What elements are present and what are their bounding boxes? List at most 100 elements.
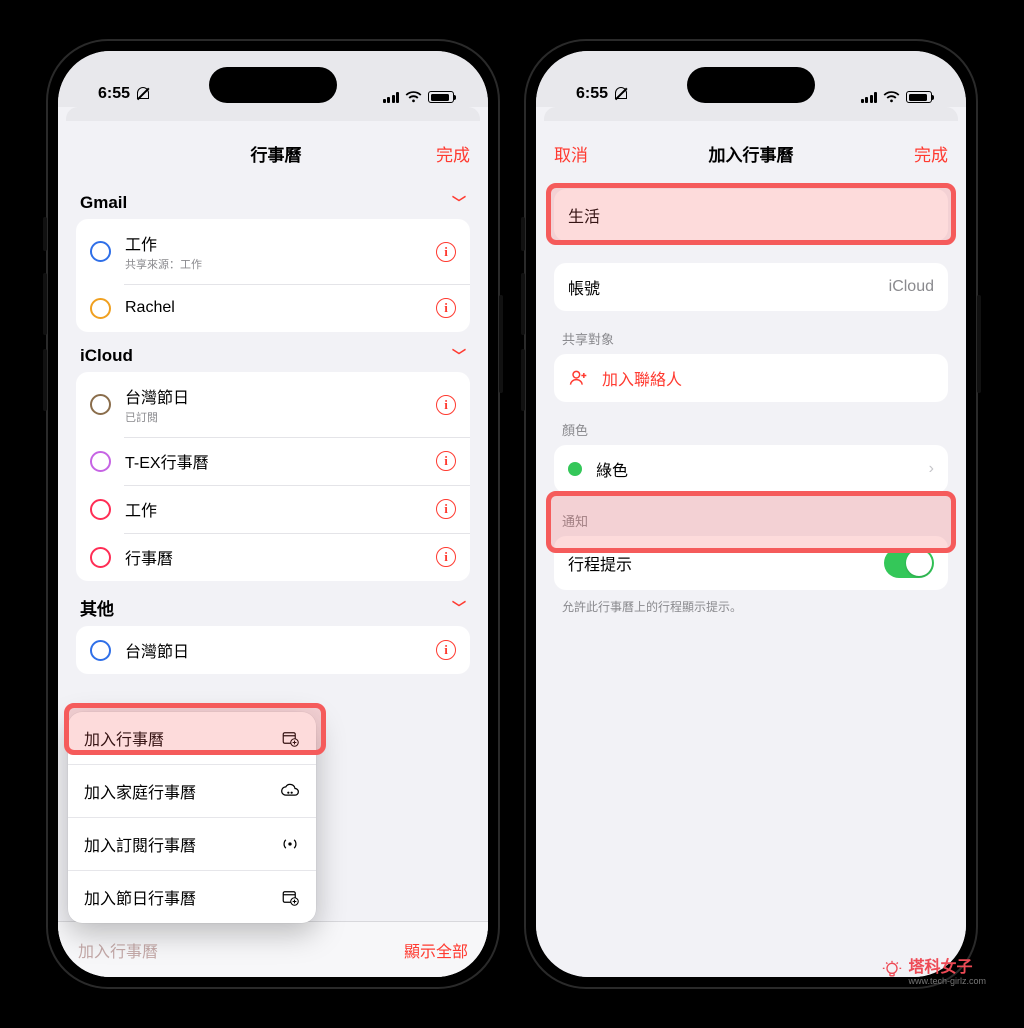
account-card: 帳號 iCloud	[554, 263, 948, 311]
chevron-down-icon: ﹀	[452, 598, 466, 618]
side-button	[43, 217, 47, 251]
calendar-sublabel: 已訂閱	[125, 409, 436, 425]
popup-item-add-holiday-calendar[interactable]: 加入節日行事曆	[68, 870, 316, 923]
calendar-add-icon	[280, 888, 300, 906]
lightbulb-icon	[882, 960, 902, 980]
calendars-content: Gmail ﹀ 工作 共享來源：工作 i	[58, 179, 488, 977]
section-header-gmail[interactable]: Gmail ﹀	[76, 179, 470, 219]
info-icon[interactable]: i	[436, 395, 456, 415]
calendar-label: T-EX行事曆	[125, 449, 436, 473]
add-calendar-sheet: 取消 加入行事曆 完成 生活 帳號	[536, 127, 966, 977]
chevron-right-icon: ›	[929, 460, 934, 478]
share-header: 共享對象	[554, 311, 948, 354]
calendar-row[interactable]: 行事曆 i	[76, 533, 470, 581]
dynamic-island	[209, 67, 337, 103]
add-contact-row[interactable]: 加入聯絡人	[554, 354, 948, 402]
info-icon[interactable]: i	[436, 640, 456, 660]
calendar-name-field[interactable]: 生活	[554, 189, 948, 241]
status-time: 6:55	[576, 85, 608, 103]
calendar-add-icon	[280, 729, 300, 747]
popup-item-add-family-calendar[interactable]: 加入家庭行事曆	[68, 764, 316, 817]
popup-item-add-subscription-calendar[interactable]: 加入訂閱行事曆	[68, 817, 316, 870]
power-button	[499, 295, 503, 393]
done-button[interactable]: 完成	[436, 141, 470, 166]
account-value: iCloud	[889, 278, 934, 296]
icloud-card: 台灣節日 已訂閱 i T-EX行事曆 i 工作	[76, 372, 470, 581]
calendar-label: 台灣節日	[125, 638, 436, 662]
section-title: 其他	[80, 595, 114, 620]
status-time: 6:55	[98, 85, 130, 103]
calendar-row[interactable]: 工作 共享來源：工作 i	[76, 219, 470, 284]
nav-title: 行事曆	[251, 141, 302, 166]
calendar-row[interactable]: T-EX行事曆 i	[76, 437, 470, 485]
info-icon[interactable]: i	[436, 547, 456, 567]
account-label: 帳號	[568, 275, 889, 299]
info-icon[interactable]: i	[436, 499, 456, 519]
calendar-label: Rachel	[125, 299, 436, 317]
calendar-row[interactable]: Rachel i	[76, 284, 470, 332]
wifi-icon	[883, 91, 900, 103]
calendar-color-ring	[90, 241, 111, 262]
popup-item-label: 加入行事曆	[84, 726, 164, 750]
add-calendar-popup: 加入行事曆 加入家庭行事曆 加入訂閱行事曆	[68, 712, 316, 923]
section-header-other[interactable]: 其他 ﹀	[76, 581, 470, 626]
calendar-sublabel: 共享來源：工作	[125, 256, 436, 272]
name-card: 生活	[554, 189, 948, 241]
calendar-name-value: 生活	[568, 203, 934, 227]
done-button[interactable]: 完成	[914, 141, 948, 166]
nav-title: 加入行事曆	[709, 141, 794, 166]
battery-icon	[906, 91, 932, 103]
watermark: 塔科女子 www.tech-girlz.com	[882, 953, 986, 986]
gmail-card: 工作 共享來源：工作 i Rachel i	[76, 219, 470, 332]
toolbar-show-all-button[interactable]: 顯示全部	[404, 938, 468, 962]
phone-right: 6:55 取消 加入行事曆 完成	[524, 39, 978, 989]
calendar-label: 工作	[125, 497, 436, 521]
calendar-color-ring	[90, 640, 111, 661]
add-contact-label: 加入聯絡人	[602, 366, 934, 390]
cancel-button[interactable]: 取消	[554, 141, 588, 166]
calendar-color-ring	[90, 547, 111, 568]
watermark-title: 塔科女子	[908, 953, 986, 977]
notify-header: 通知	[554, 493, 948, 536]
share-card: 加入聯絡人	[554, 354, 948, 402]
info-icon[interactable]: i	[436, 242, 456, 262]
cloud-family-icon	[280, 782, 300, 800]
popup-item-label: 加入訂閱行事曆	[84, 832, 196, 856]
notify-row: 行程提示	[554, 536, 948, 590]
section-header-icloud[interactable]: iCloud ﹀	[76, 332, 470, 372]
person-add-icon	[568, 368, 588, 388]
popup-item-add-calendar[interactable]: 加入行事曆	[68, 712, 316, 764]
account-row[interactable]: 帳號 iCloud	[554, 263, 948, 311]
calendar-row[interactable]: 台灣節日 已訂閱 i	[76, 372, 470, 437]
color-dot-icon	[568, 462, 582, 476]
calendar-color-ring	[90, 394, 111, 415]
calendar-row[interactable]: 工作 i	[76, 485, 470, 533]
navbar: 行事曆 完成	[58, 127, 488, 179]
info-icon[interactable]: i	[436, 298, 456, 318]
power-button	[977, 295, 981, 393]
sheet-backdrop	[544, 107, 958, 121]
watermark-sub: www.tech-girlz.com	[908, 977, 986, 986]
calendar-row[interactable]: 台灣節日 i	[76, 626, 470, 674]
cellular-signal-icon	[861, 92, 878, 103]
wifi-icon	[405, 91, 422, 103]
popup-item-label: 加入家庭行事曆	[84, 779, 196, 803]
color-row[interactable]: 綠色 ›	[554, 445, 948, 493]
dynamic-island	[687, 67, 815, 103]
color-header: 顏色	[554, 402, 948, 445]
toolbar-add-calendar-button[interactable]: 加入行事曆	[78, 938, 158, 962]
calendar-color-ring	[90, 298, 111, 319]
notify-footnote: 允許此行事曆上的行程顯示提示。	[554, 590, 948, 623]
other-card: 台灣節日 i	[76, 626, 470, 674]
volume-up-button	[43, 273, 47, 335]
notify-toggle[interactable]	[884, 548, 934, 578]
volume-up-button	[521, 273, 525, 335]
battery-icon	[428, 91, 454, 103]
chevron-down-icon: ﹀	[452, 346, 466, 366]
sheet-backdrop	[66, 107, 480, 121]
silent-mode-icon	[614, 87, 628, 101]
silent-mode-icon	[136, 87, 150, 101]
cellular-signal-icon	[383, 92, 400, 103]
info-icon[interactable]: i	[436, 451, 456, 471]
calendars-sheet: 行事曆 完成 Gmail ﹀ 工作 共享來源：工作	[58, 127, 488, 977]
